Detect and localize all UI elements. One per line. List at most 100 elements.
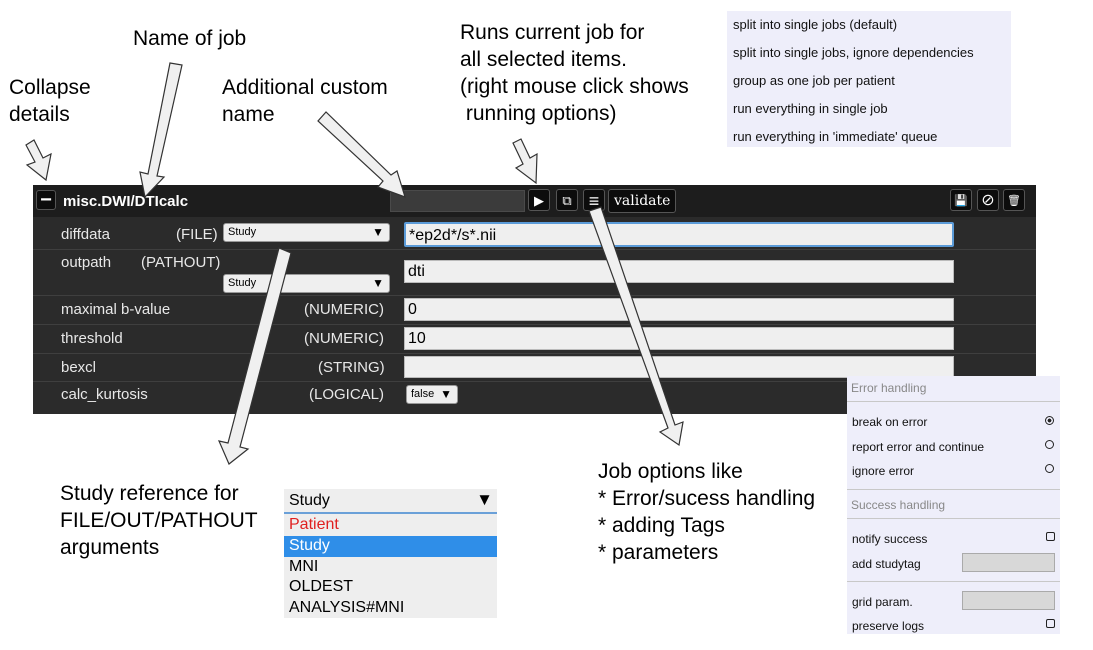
- custom-name-input[interactable]: [390, 190, 525, 212]
- annotation-line: Job options like: [598, 460, 743, 483]
- param-row-diffdata: diffdata (FILE) Study ▼ *ep2d*/s*.nii: [33, 217, 1036, 250]
- param-name: bexcl: [61, 359, 97, 376]
- annotation-job-options: Job options like * Error/sucess handling…: [598, 458, 815, 566]
- run-options-menu: split into single jobs (default) split i…: [727, 11, 1011, 147]
- param-type: (FILE): [176, 226, 218, 243]
- report-error-label[interactable]: report error and continue: [852, 440, 984, 454]
- run-icon[interactable]: ▶: [528, 189, 550, 211]
- break-on-error-radio[interactable]: [1045, 416, 1054, 425]
- annotation-custom-name: Additional custom name: [222, 74, 388, 128]
- divider: [847, 401, 1060, 402]
- report-error-radio[interactable]: [1045, 440, 1054, 449]
- annotation-line: FILE/OUT/PATHOUT: [60, 509, 258, 532]
- param-name: maximal b-value: [61, 301, 171, 318]
- ignore-error-radio[interactable]: [1045, 464, 1054, 473]
- preserve-logs-checkbox[interactable]: [1046, 619, 1055, 628]
- menu-item-split-ignore-deps[interactable]: split into single jobs, ignore dependenc…: [733, 45, 974, 60]
- annotation-runs: Runs current job for all selected items.…: [460, 19, 689, 127]
- success-handling-section: Success handling: [851, 498, 946, 512]
- job-header: − misc.DWI/DTIcalc ▶ ⧉ ≡ validate 💾 ⊘ 🗑: [33, 185, 1036, 217]
- select-value: false: [411, 388, 435, 400]
- annotation-name-of-job: Name of job: [133, 27, 247, 50]
- select-value: Study: [228, 277, 257, 289]
- diffdata-input[interactable]: *ep2d*/s*.nii: [404, 222, 954, 247]
- annotation-line: running options): [460, 102, 617, 125]
- study-ref-select[interactable]: Study ▼: [223, 223, 390, 242]
- disable-icon[interactable]: ⊘: [977, 189, 999, 211]
- grid-param-input[interactable]: [962, 591, 1055, 610]
- grid-param-label: grid param.: [852, 595, 913, 609]
- delete-icon[interactable]: 🗑: [1003, 189, 1025, 211]
- error-handling-section: Error handling: [851, 381, 927, 395]
- param-name: diffdata: [61, 226, 110, 243]
- param-row-maximal-b-value: maximal b-value (NUMERIC) 0: [33, 295, 1036, 325]
- param-type: (NUMERIC): [304, 301, 384, 318]
- preserve-logs-label[interactable]: preserve logs: [852, 619, 924, 633]
- divider: [847, 489, 1060, 490]
- add-studytag-label: add studytag: [852, 557, 921, 571]
- job-title: misc.DWI/DTIcalc: [63, 193, 189, 210]
- annotation-line: arguments: [60, 536, 160, 559]
- divider: [847, 581, 1060, 582]
- annotation-line: Collapse: [9, 76, 91, 99]
- arrow-run: [512, 138, 538, 185]
- menu-item-split-default[interactable]: split into single jobs (default): [733, 17, 897, 32]
- annotation-line: * parameters: [598, 541, 719, 564]
- study-dropdown-header[interactable]: Study ▼: [284, 489, 497, 514]
- collapse-button[interactable]: −: [36, 190, 56, 210]
- param-row-outpath: outpath (PATHOUT) Study ▼ dti: [33, 249, 1036, 296]
- b-value-input[interactable]: 0: [404, 298, 954, 321]
- outpath-input[interactable]: dti: [404, 260, 954, 283]
- kurtosis-select[interactable]: false ▼: [406, 385, 458, 404]
- annotation-line: name: [222, 103, 275, 126]
- annotation-line: Runs current job for: [460, 21, 645, 44]
- param-name: threshold: [61, 330, 123, 347]
- annotation-collapse: Collapse details: [9, 74, 91, 128]
- ignore-error-label[interactable]: ignore error: [852, 464, 914, 478]
- param-type: (STRING): [318, 359, 385, 376]
- chevron-down-icon: ▼: [372, 225, 384, 239]
- divider: [847, 518, 1060, 519]
- study-ref-select[interactable]: Study ▼: [223, 274, 390, 293]
- param-type: (PATHOUT): [141, 254, 221, 271]
- menu-item-group-per-patient[interactable]: group as one job per patient: [733, 73, 895, 88]
- menu-item-immediate-queue[interactable]: run everything in 'immediate' queue: [733, 129, 937, 144]
- param-name: calc_kurtosis: [61, 386, 148, 403]
- param-type: (NUMERIC): [304, 330, 384, 347]
- annotation-line: all selected items.: [460, 48, 627, 71]
- arrow-collapse: [25, 139, 52, 182]
- selected-value: Study: [289, 492, 330, 509]
- option-analysis-mni[interactable]: ANALYSIS#MNI: [289, 599, 404, 617]
- studytag-input[interactable]: [962, 553, 1055, 572]
- annotation-line: (right mouse click shows: [460, 75, 689, 98]
- menu-icon[interactable]: ≡: [583, 189, 605, 211]
- chevron-down-icon: ▼: [440, 387, 452, 401]
- chevron-down-icon: ▼: [372, 276, 384, 290]
- annotation-line: Study reference for: [60, 482, 239, 505]
- annotation-line: * Error/sucess handling: [598, 487, 816, 510]
- annotation-study-reference: Study reference for FILE/OUT/PATHOUT arg…: [60, 480, 258, 561]
- annotation-line: Additional custom: [222, 76, 388, 99]
- break-on-error-label[interactable]: break on error: [852, 415, 927, 429]
- param-type: (LOGICAL): [309, 386, 385, 403]
- select-value: Study: [228, 226, 257, 238]
- threshold-input[interactable]: 10: [404, 327, 954, 350]
- option-patient[interactable]: Patient: [289, 516, 339, 534]
- arrow-job-name: [139, 62, 183, 199]
- notify-success-label[interactable]: notify success: [852, 532, 927, 546]
- validate-button[interactable]: validate: [608, 189, 677, 213]
- notify-success-checkbox[interactable]: [1046, 532, 1055, 541]
- menu-item-single-job[interactable]: run everything in single job: [733, 101, 888, 116]
- option-oldest[interactable]: OLDEST: [289, 578, 353, 596]
- annotation-line: details: [9, 103, 70, 126]
- option-mni[interactable]: MNI: [289, 558, 318, 576]
- param-name: outpath: [61, 254, 112, 271]
- param-row-threshold: threshold (NUMERIC) 10: [33, 324, 1036, 354]
- bexcl-input[interactable]: [404, 356, 954, 378]
- copy-icon[interactable]: ⧉: [556, 189, 578, 211]
- job-options-menu: Error handling break on error report err…: [847, 376, 1060, 634]
- annotation-line: * adding Tags: [598, 514, 725, 537]
- chevron-down-icon: ▼: [476, 490, 493, 509]
- option-study[interactable]: Study: [289, 537, 330, 555]
- save-icon[interactable]: 💾: [950, 189, 972, 211]
